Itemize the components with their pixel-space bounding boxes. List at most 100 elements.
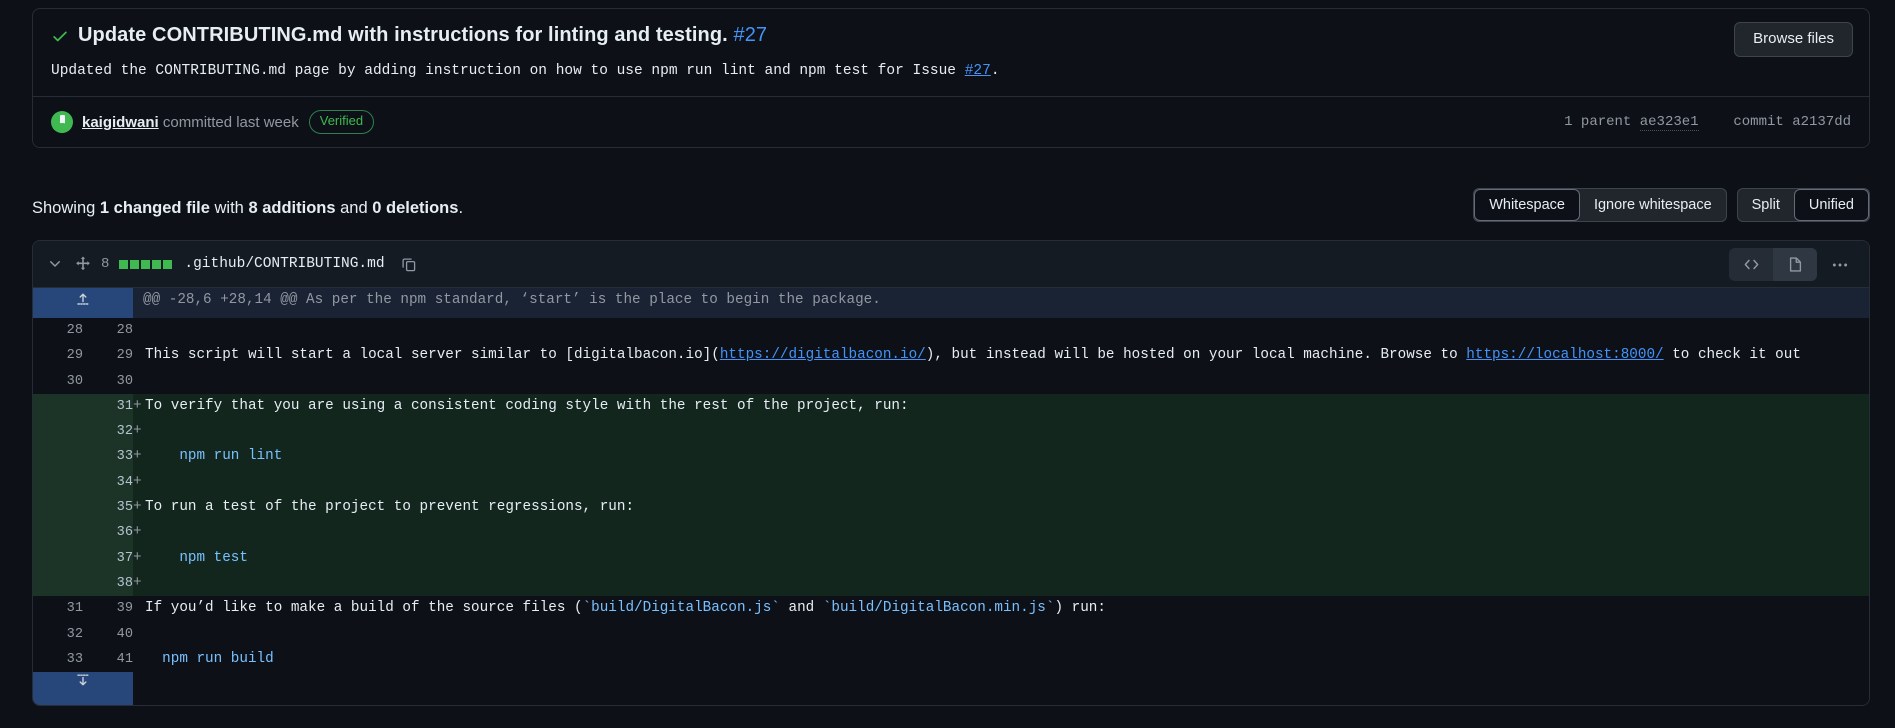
diff-line-row: 33 41 npm run build — [33, 646, 1869, 673]
commit-diff-page: Update CONTRIBUTING.md with instructions… — [0, 0, 1895, 728]
diff-inline-text: If you’d like to make a build of the sou… — [145, 600, 583, 617]
diff-inline-link[interactable]: https://localhost:8000/ — [1466, 347, 1663, 363]
commit-header: Update CONTRIBUTING.md with instructions… — [33, 9, 1869, 96]
diff-line-number-new[interactable]: 32 — [83, 419, 133, 445]
diff-line-number-new[interactable]: 41 — [83, 646, 133, 673]
kebab-menu-icon — [1832, 263, 1848, 266]
commit-issue-link[interactable]: #27 — [733, 24, 767, 46]
commit-title-row: Update CONTRIBUTING.md with instructions… — [51, 23, 1851, 48]
view-code-button[interactable] — [1729, 248, 1773, 281]
split-view-button[interactable]: Split — [1738, 189, 1794, 221]
diff-line-number-old[interactable]: 30 — [33, 368, 83, 394]
copy-path-button[interactable] — [399, 254, 419, 274]
summary-files-changed: 1 changed file — [99, 199, 210, 217]
expand-down-button[interactable] — [33, 672, 133, 706]
diff-line-content — [133, 621, 1869, 647]
move-icon — [76, 256, 90, 271]
diff-line-number-new[interactable]: 35 — [83, 495, 133, 521]
diff-inline-code: npm test — [145, 549, 248, 566]
diff-inline-code: `build/DigitalBacon.js` — [582, 600, 780, 617]
diff-stat-square — [163, 259, 173, 269]
diff-line-number-new[interactable]: 37 — [83, 545, 133, 571]
diff-line-row: 29 29 This script will start a local serve… — [33, 343, 1869, 369]
diff-line-row: 37 + npm test — [33, 545, 1869, 571]
file-icon — [1789, 257, 1801, 272]
file-path[interactable]: .github/CONTRIBUTING.md — [184, 256, 384, 272]
diff-line-number-new[interactable]: 31 — [83, 393, 133, 420]
expand-up-button[interactable] — [33, 288, 133, 318]
diff-line-row: 35 + To run a test of the project to preve… — [33, 495, 1869, 521]
diff-line-row: 38 + — [33, 570, 1869, 597]
diff-line-number-new[interactable]: 34 — [83, 469, 133, 496]
expand-up-icon — [77, 293, 89, 305]
diff-stat-square — [119, 259, 129, 269]
verified-badge[interactable]: Verified — [308, 110, 375, 134]
avatar[interactable] — [51, 111, 73, 134]
desc-part-1: Updated the — [51, 63, 156, 79]
expand-down-icon — [77, 674, 89, 686]
diff-table: @@ -28,6 +28,14 @@ As per the npm standa… — [33, 288, 1869, 673]
diff-line-number-old[interactable] — [33, 444, 83, 470]
desc-code-npm-run-lint: npm run lint — [651, 63, 756, 79]
diff-line-number-new[interactable]: 39 — [83, 596, 133, 622]
diff-line-number-new[interactable]: 38 — [83, 570, 133, 597]
commit-label: commit — [1733, 114, 1784, 131]
diff-line-number-old[interactable]: 33 — [33, 646, 83, 673]
diff-line-number-old[interactable]: 28 — [33, 318, 83, 344]
diff-line-marker: + — [133, 448, 142, 465]
desc-code-contributing: CONTRIBUTING.md — [155, 63, 286, 79]
diff-line-number-old[interactable]: 31 — [33, 596, 83, 622]
expand-down-filler — [133, 672, 1869, 706]
diff-line-number-new[interactable]: 40 — [83, 621, 133, 647]
diff-line-marker: + — [133, 549, 142, 566]
commit-title-text: Update CONTRIBUTING.md with instructions… — [78, 24, 728, 46]
summary-additions: 8 additions — [248, 199, 336, 217]
diff-line-marker: + — [133, 473, 142, 490]
diff-line-number-new[interactable]: 30 — [83, 368, 133, 394]
summary-prefix: Showing — [32, 199, 100, 217]
view-rendered-button[interactable] — [1773, 248, 1817, 281]
diff-line-marker: + — [133, 574, 142, 591]
diff-summary-row: Showing 1 changed file with 8 additions … — [32, 186, 1870, 230]
commit-hash[interactable]: a2137dd — [1792, 114, 1851, 130]
diff-line-number-old[interactable] — [33, 469, 83, 496]
parent-hash-link[interactable]: ae323e1 — [1639, 114, 1699, 132]
diff-inline-text: ), but instead will be hosted on your lo… — [925, 347, 1467, 364]
hunk-header-row: @@ -28,6 +28,14 @@ As per the npm standa… — [33, 288, 1869, 318]
diff-line-number-new[interactable]: 33 — [83, 444, 133, 470]
diff-line-content — [133, 318, 1869, 344]
unified-view-button[interactable]: Unified — [1793, 189, 1869, 221]
desc-issue-link[interactable]: #27 — [965, 63, 991, 79]
diff-line-number-old[interactable]: 29 — [33, 343, 83, 369]
diff-line-number-old[interactable] — [33, 393, 83, 420]
diff-line-number-old[interactable] — [33, 545, 83, 571]
diff-line-number-new[interactable]: 29 — [83, 343, 133, 369]
diff-inline-code: `build/DigitalBacon.min.js` — [822, 600, 1055, 617]
diff-line-number-old[interactable] — [33, 570, 83, 597]
diff-line-number-old[interactable] — [33, 520, 83, 546]
diff-line-number-old[interactable]: 32 — [33, 621, 83, 647]
diff-inline-link[interactable]: https://digitalbacon.io/ — [720, 347, 926, 363]
commit-author-line: kaigidwani committed last week — [82, 114, 299, 131]
diff-stat-square — [130, 259, 140, 269]
summary-mid: with — [209, 199, 249, 217]
diff-stat-square — [141, 259, 151, 269]
diff-line-number-new[interactable]: 28 — [83, 318, 133, 344]
diff-line-number-new[interactable]: 36 — [83, 520, 133, 546]
commit-author-link[interactable]: kaigidwani — [82, 114, 159, 131]
diff-line-content: + To run a test of the project to prevent… — [133, 495, 1869, 521]
commit-time-text: committed last week — [158, 113, 299, 131]
summary-suffix: . — [458, 199, 464, 217]
collapse-file-button[interactable] — [45, 254, 65, 274]
file-options-menu-button[interactable] — [1823, 248, 1857, 281]
file-header: 8 .github/CONTRIBUTING.md — [33, 241, 1869, 288]
whitespace-button[interactable]: Whitespace — [1474, 189, 1580, 221]
browse-files-button[interactable]: Browse files — [1734, 22, 1853, 57]
desc-part-2: page by adding instruction on how to use — [285, 63, 652, 79]
diff-line-number-old[interactable] — [33, 495, 83, 521]
diff-line-content: If you’d like to make a build of the sou… — [133, 596, 1869, 622]
diff-line-row: 32 + — [33, 419, 1869, 445]
copy-icon — [401, 258, 415, 272]
ignore-whitespace-button[interactable]: Ignore whitespace — [1580, 189, 1726, 221]
diff-line-number-old[interactable] — [33, 419, 83, 445]
